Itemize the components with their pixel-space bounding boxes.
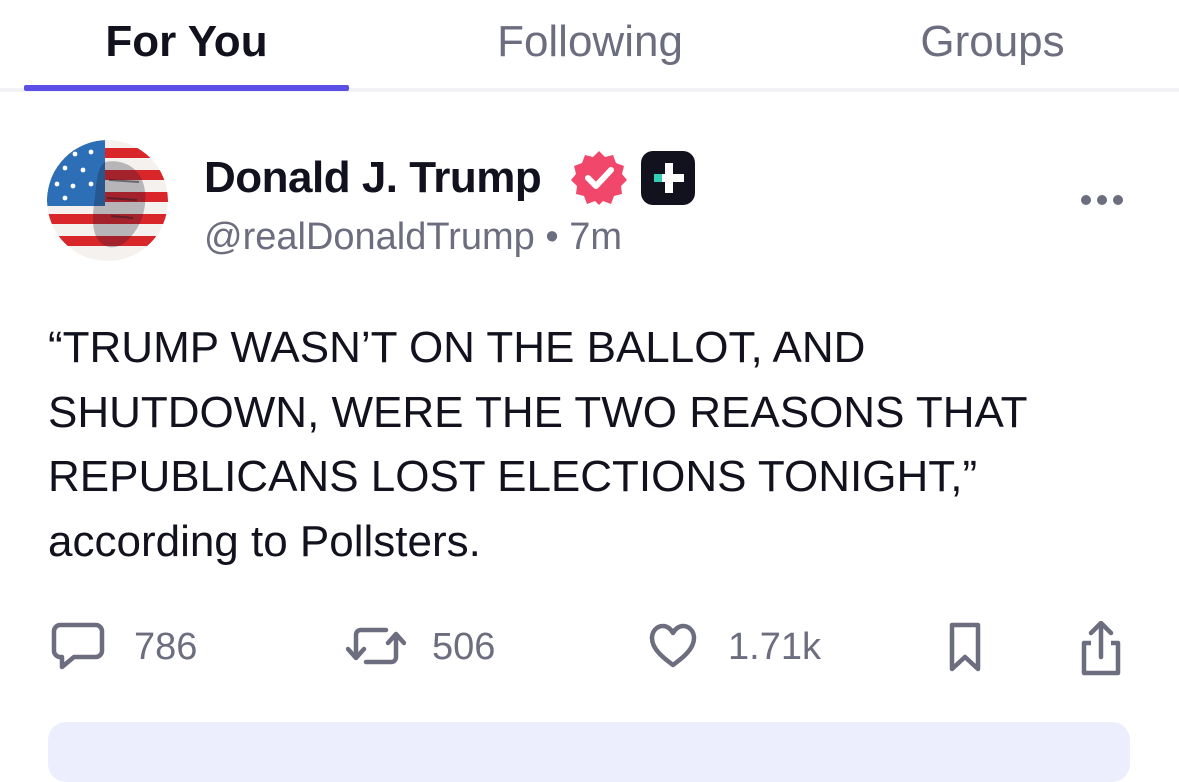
post-body-line: REPUBLICANS LOST ELECTIONS TONIGHT,” bbox=[48, 452, 978, 501]
post-body-line: according to Pollsters. bbox=[48, 516, 481, 566]
tab-for-you[interactable]: For You bbox=[24, 14, 349, 74]
meta-separator: • bbox=[545, 216, 570, 258]
heart-icon bbox=[649, 623, 697, 668]
share-button[interactable] bbox=[1074, 618, 1130, 676]
post-actions: 786 506 1.71k bbox=[0, 610, 1179, 680]
flag-face-avatar-icon bbox=[47, 140, 168, 261]
share-icon bbox=[1081, 621, 1121, 676]
retruth-count: 506 bbox=[432, 626, 496, 668]
like-count: 1.71k bbox=[728, 626, 821, 668]
bookmark-icon bbox=[949, 622, 981, 672]
bookmark-button[interactable] bbox=[940, 618, 996, 674]
avatar[interactable] bbox=[47, 140, 168, 261]
tab-groups[interactable]: Groups bbox=[800, 14, 1179, 74]
post-body-line: SHUTDOWN, WERE THE TWO REASONS THAT bbox=[48, 387, 1028, 437]
post-body-line: “TRUMP WASN’T ON THE BALLOT, AND bbox=[48, 323, 866, 372]
verified-badge-icon bbox=[570, 148, 628, 206]
post-time: 7m bbox=[569, 216, 622, 258]
feed-tabs: For You Following Groups bbox=[0, 0, 1179, 92]
author-handle[interactable]: @realDonaldTrump bbox=[204, 216, 535, 258]
truth-plus-icon bbox=[640, 150, 696, 206]
retruth-icon bbox=[346, 627, 406, 665]
next-card bbox=[48, 722, 1130, 782]
author-meta: @realDonaldTrump • 7m bbox=[204, 214, 622, 260]
author-name[interactable]: Donald J. Trump bbox=[204, 150, 542, 206]
post-body: “TRUMP WASN’T ON THE BALLOT, AND SHUTDOW… bbox=[48, 316, 1148, 574]
more-options-icon[interactable] bbox=[1078, 188, 1126, 212]
reply-icon bbox=[51, 622, 105, 670]
tab-following[interactable]: Following bbox=[400, 14, 780, 74]
reply-count: 786 bbox=[134, 626, 198, 668]
active-tab-indicator bbox=[24, 85, 349, 91]
